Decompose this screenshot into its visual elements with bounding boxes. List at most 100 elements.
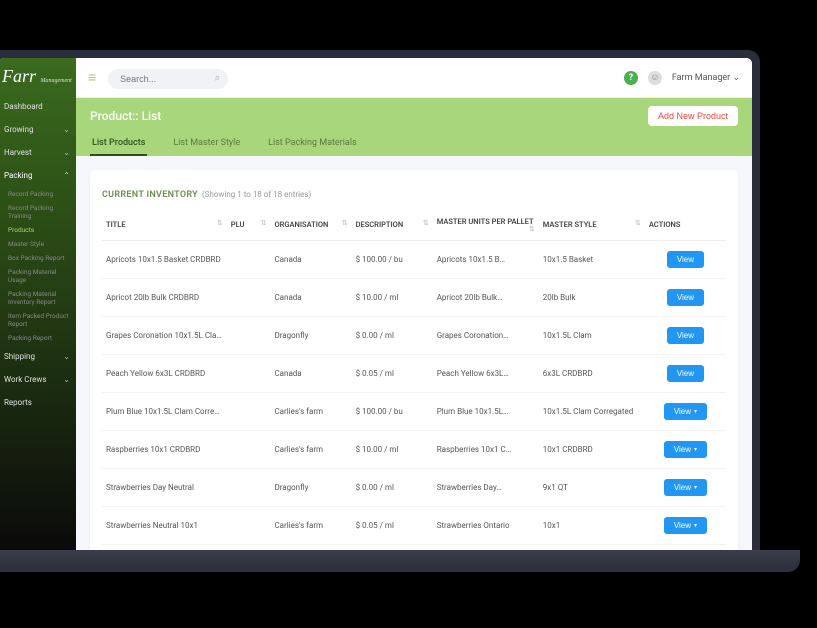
sidebar-item-work-crews[interactable]: Work Crews⌄ — [0, 368, 76, 391]
table-row: Strawberries Day NeutralDragonfly$ 0.00 … — [102, 469, 726, 507]
search-input[interactable] — [108, 69, 228, 89]
cell-desc: $ 100.00 / bu — [352, 393, 433, 431]
cell-plu — [227, 241, 271, 279]
menu-toggle-icon[interactable]: ≡ — [88, 69, 96, 86]
cell-org: Dragonfly — [270, 317, 351, 355]
col-desc[interactable]: DESCRIPTION⇅ — [352, 209, 433, 241]
tab-list-packing-materials[interactable]: List Packing Materials — [266, 132, 359, 156]
sidebar-item-label: Growing — [4, 125, 34, 134]
page-header: Product:: List Add New Product List Prod… — [76, 98, 752, 156]
cell-ms: 20lb Bulk — [539, 279, 645, 317]
sidebar-subitem[interactable]: Packing Report — [0, 331, 76, 345]
caret-down-icon: ▾ — [694, 484, 697, 491]
view-button[interactable]: View ▾ — [664, 403, 707, 420]
table-row: Strawberries Neutral 10x1Carlies's farm$… — [102, 507, 726, 545]
cell-plu — [227, 393, 271, 431]
tab-list-products[interactable]: List Products — [90, 132, 147, 156]
cell-title: Strawberries Day Neutral — [102, 469, 227, 507]
sidebar-subitem[interactable]: Master Style — [0, 237, 76, 251]
cell-title: Raspberries 10x1 CRDBRD — [102, 431, 227, 469]
col-ms[interactable]: MASTER STYLE⇅ — [539, 209, 645, 241]
cell-ms: 10x1 — [539, 507, 645, 545]
sidebar-item-label: Shipping — [4, 352, 35, 361]
col-org[interactable]: ORGANISATION⇅ — [270, 209, 351, 241]
view-button[interactable]: View ▾ — [664, 479, 707, 496]
cell-actions: View ▾ — [645, 393, 726, 431]
cell-org: Canada — [270, 279, 351, 317]
sidebar-item-reports[interactable]: Reports — [0, 391, 76, 414]
main-area: ≡ ⌕ ? ☺ Farm Manager ⌄ Product:: List — [76, 58, 752, 550]
sidebar-subitem[interactable]: Record Packing — [0, 187, 76, 201]
col-title[interactable]: TITLE⇅ — [102, 209, 227, 241]
cell-plu — [227, 507, 271, 545]
brand-name: Farr — [2, 66, 36, 86]
col-actions: ACTIONS — [645, 209, 726, 241]
inventory-heading: CURRENT INVENTORY — [102, 190, 198, 200]
cell-ms: 10x1 CRDBRD — [539, 431, 645, 469]
cell-desc: $ 100.00 / bu — [352, 241, 433, 279]
table-row: Apricot 20lb Bulk CRDBRDCanada$ 10.00 / … — [102, 279, 726, 317]
view-button[interactable]: View — [667, 327, 704, 344]
view-button[interactable]: View — [667, 289, 704, 306]
sidebar-item-harvest[interactable]: Harvest⌄ — [0, 141, 76, 164]
sort-icon: ⇅ — [423, 220, 429, 226]
cell-plu — [227, 469, 271, 507]
sidebar-item-label: Packing — [4, 171, 32, 180]
cell-mu: Strawberries Day… — [433, 469, 539, 507]
avatar[interactable]: ☺ — [648, 71, 662, 85]
sidebar-subitem[interactable]: Record Packing Training — [0, 201, 76, 223]
tabs: List Products List Master Style List Packi… — [90, 132, 738, 156]
cell-title: Apricots 10x1.5 Basket CRDBRD — [102, 241, 227, 279]
view-button[interactable]: View ▾ — [664, 441, 707, 458]
chevron-down-icon: ⌄ — [732, 73, 740, 83]
table-row: Grapes Coronation 10x1.5L ClamDragonfly$… — [102, 317, 726, 355]
cell-actions: View ▾ — [645, 431, 726, 469]
sort-icon: ⇅ — [635, 220, 641, 226]
user-menu[interactable]: Farm Manager ⌄ — [672, 73, 740, 83]
chevron-icon: ⌄ — [63, 125, 70, 134]
table-row: Plum Blue 10x1.5L Clam CorregatedCarlies… — [102, 393, 726, 431]
cell-plu — [227, 355, 271, 393]
cell-org: Carlies's farm — [270, 507, 351, 545]
caret-down-icon: ▾ — [694, 446, 697, 453]
cell-title: Plum Blue 10x1.5L Clam Corregated — [102, 393, 227, 431]
sidebar-subitem[interactable]: Box Packing Report — [0, 251, 76, 265]
table-row: Peach Yellow 6x3L CRDBRDCanada$ 0.05 / m… — [102, 355, 726, 393]
view-button[interactable]: View ▾ — [664, 517, 707, 534]
sidebar-item-dashboard[interactable]: Dashboard — [0, 95, 76, 118]
col-mu[interactable]: MASTER UNITS PER PALLET⇅ — [433, 209, 539, 241]
sidebar: Farr Management DashboardGrowing⌄Harvest… — [0, 58, 76, 550]
cell-desc: $ 0.05 / ml — [352, 355, 433, 393]
view-button[interactable]: View — [667, 365, 704, 382]
cell-desc: $ 10.00 / ml — [352, 431, 433, 469]
cell-mu: Apricots 10x1.5 B… — [433, 241, 539, 279]
sidebar-item-packing[interactable]: Packing⌃ — [0, 164, 76, 187]
topbar-right: ? ☺ Farm Manager ⌄ — [624, 71, 740, 85]
col-plu[interactable]: PLU⇅ — [227, 209, 271, 241]
add-new-product-button[interactable]: Add New Product — [648, 106, 738, 126]
sidebar-subitem[interactable]: Packing Material Inventory Report — [0, 287, 76, 309]
sidebar-subitem[interactable]: Packing Material Usage — [0, 265, 76, 287]
sidebar-item-growing[interactable]: Growing ⌄ — [0, 118, 76, 141]
cell-ms: 9x1 QT — [539, 469, 645, 507]
content: CURRENT INVENTORY (Showing 1 to 18 of 18… — [76, 156, 752, 550]
search-wrap: ⌕ — [108, 67, 228, 89]
inventory-showing: (Showing 1 to 18 of 18 entries) — [202, 190, 311, 199]
sort-icon: ⇅ — [217, 220, 223, 226]
cell-mu: Peach Yellow 6x3L… — [433, 355, 539, 393]
table-row: Raspberries 10x1 CRDBRDCarlies's farm$ 1… — [102, 431, 726, 469]
sidebar-item-shipping[interactable]: Shipping⌄ — [0, 345, 76, 368]
cell-org: Canada — [270, 355, 351, 393]
caret-down-icon: ▾ — [694, 522, 697, 529]
help-icon[interactable]: ? — [624, 71, 638, 85]
sidebar-subitem[interactable]: Item Packed Product Report — [0, 309, 76, 331]
cell-title: Strawberries Neutral 10x1 — [102, 507, 227, 545]
sort-icon: ⇅ — [342, 220, 348, 226]
device-base — [0, 550, 800, 572]
view-button[interactable]: View — [667, 251, 704, 268]
search-icon[interactable]: ⌕ — [215, 72, 221, 83]
cell-actions: View ▾ — [645, 469, 726, 507]
sidebar-subitem[interactable]: Products — [0, 223, 76, 237]
tab-list-master-style[interactable]: List Master Style — [171, 132, 242, 156]
cell-actions: View — [645, 279, 726, 317]
